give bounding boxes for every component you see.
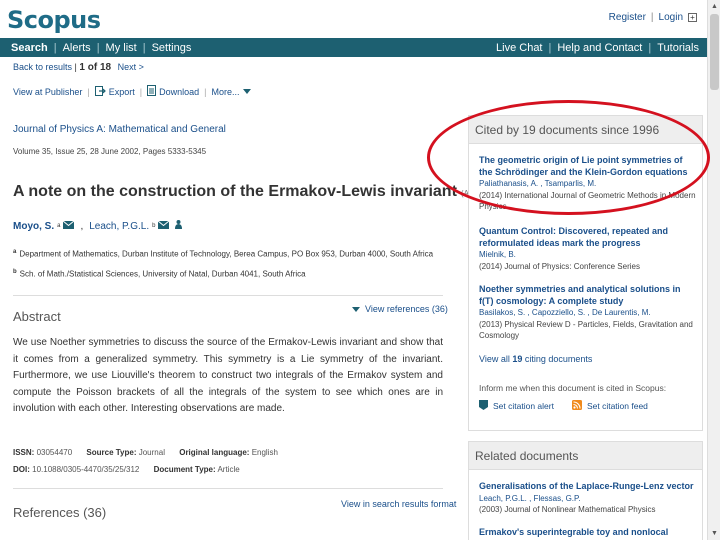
abstract-text: We use Noether symmetries to discuss the… xyxy=(13,337,443,414)
rss-feed-icon[interactable] xyxy=(571,400,582,412)
cited-doc-title[interactable]: The geometric origin of Lie point symmet… xyxy=(479,155,697,178)
set-citation-alert-link[interactable]: Set citation alert xyxy=(493,401,554,411)
result-position: 1 of 18 xyxy=(79,62,112,73)
more-menu[interactable]: More... xyxy=(211,87,239,97)
inform-me-text: Inform me when this document is cited in… xyxy=(479,383,667,393)
cited-doc-authors[interactable]: Mielnik, B. xyxy=(479,250,516,259)
action-toolbar: View at Publisher | Export | Download | … xyxy=(13,85,453,98)
related-doc-title[interactable]: Ermakov's superintegrable toy and nonloc… xyxy=(479,527,697,539)
export-button[interactable]: Export xyxy=(109,87,135,97)
author-list: Moyo, S. a , Leach, P.G.L. b xyxy=(13,220,185,232)
list-item: Quantum Control: Discovered, repeated an… xyxy=(479,226,697,272)
author-leach[interactable]: Leach, P.G.L. xyxy=(89,221,149,232)
nav-live-chat[interactable]: Live Chat xyxy=(496,42,542,54)
download-button[interactable]: Download xyxy=(159,87,199,97)
list-item: The geometric origin of Lie point symmet… xyxy=(479,155,697,213)
volume-info: Volume 35, Issue 25, 28 June 2002, Pages… xyxy=(13,147,207,156)
cited-doc-source: (2014) International Journal of Geometri… xyxy=(479,190,696,212)
references-heading: References (36) xyxy=(13,505,107,520)
related-doc-authors[interactable]: Leach, P.G.L. , Flessas, G.P. xyxy=(479,494,581,503)
related-doc-title[interactable]: Generalisations of the Laplace-Runge-Len… xyxy=(479,481,697,493)
scroll-down-arrow-icon[interactable]: ▼ xyxy=(710,529,719,538)
view-at-publisher-link[interactable]: View at Publisher xyxy=(13,87,82,97)
view-in-search-results-link[interactable]: View in search results format xyxy=(341,499,456,509)
bell-alert-icon[interactable] xyxy=(479,400,488,412)
document-type-value: Article xyxy=(217,465,240,474)
nav-alerts[interactable]: Alerts xyxy=(63,42,91,54)
list-item: Noether symmetries and analytical soluti… xyxy=(479,284,697,342)
separator: | xyxy=(650,12,654,23)
result-navigation: Back to results | 1 of 18 Next > View at… xyxy=(13,62,453,98)
download-icon[interactable] xyxy=(147,85,157,98)
email-icon[interactable] xyxy=(63,220,75,232)
scopus-logo[interactable]: Scopus xyxy=(7,6,101,34)
vertical-scrollbar[interactable]: ▲ ▼ xyxy=(707,0,720,540)
related-doc-source: (2003) Journal of Nonlinear Mathematical… xyxy=(479,505,656,514)
cited-doc-title[interactable]: Noether symmetries and analytical soluti… xyxy=(479,284,697,307)
related-documents-panel: Related documents Generalisations of the… xyxy=(468,441,703,540)
abstract-heading: Abstract xyxy=(13,309,61,324)
author-profile-icon[interactable] xyxy=(175,220,183,232)
author-moyo[interactable]: Moyo, S. xyxy=(13,221,54,232)
nav-tutorials[interactable]: Tutorials xyxy=(657,42,699,54)
scroll-thumb[interactable] xyxy=(710,14,719,90)
divider xyxy=(13,488,443,489)
more-dropdown-arrow-icon[interactable] xyxy=(243,89,252,94)
divider xyxy=(13,295,443,296)
meta-row-2: DOI: 10.1088/0305-4470/35/25/312 Documen… xyxy=(13,465,240,474)
citation-alert-row: Set citation alert Set citation feed xyxy=(479,400,648,412)
main-nav: Search | Alerts | My list | Settings Liv… xyxy=(0,38,707,57)
set-citation-feed-link[interactable]: Set citation feed xyxy=(587,401,648,411)
article-title-text: A note on the construction of the Ermako… xyxy=(13,183,457,200)
export-icon[interactable] xyxy=(94,85,106,98)
next-result-link[interactable]: Next > xyxy=(118,62,144,72)
nav-help-contact[interactable]: Help and Contact xyxy=(557,42,642,54)
journal-link[interactable]: Journal of Physics A: Mathematical and G… xyxy=(13,124,226,135)
account-links: Register | Login + xyxy=(609,12,697,23)
scroll-up-arrow-icon[interactable]: ▲ xyxy=(710,2,719,11)
cited-doc-source: (2013) Physical Review D - Particles, Fi… xyxy=(479,319,693,341)
view-references-link[interactable]: View references (36) xyxy=(352,304,448,314)
back-to-results-link[interactable]: Back to results xyxy=(13,62,72,72)
nav-settings[interactable]: Settings xyxy=(152,42,192,54)
doi-value: 10.1088/0305-4470/35/25/312 xyxy=(32,465,140,474)
article-title: A note on the construction of the Ermako… xyxy=(13,183,488,201)
nav-search[interactable]: Search xyxy=(11,42,48,54)
list-item: Ermakov's superintegrable toy and nonloc… xyxy=(479,527,697,539)
cited-doc-authors[interactable]: Basilakos, S. , Capozziello, S. , De Lau… xyxy=(479,308,651,317)
meta-row-1: ISSN: 03054470 Source Type: Journal Orig… xyxy=(13,448,278,457)
register-link[interactable]: Register xyxy=(609,12,646,23)
login-link[interactable]: Login xyxy=(659,12,683,23)
cited-doc-title[interactable]: Quantum Control: Discovered, repeated an… xyxy=(479,226,697,249)
list-item: Generalisations of the Laplace-Runge-Len… xyxy=(479,481,697,516)
nav-my-list[interactable]: My list xyxy=(106,42,137,54)
source-type-value: Journal xyxy=(138,448,165,457)
cited-by-panel: Cited by 19 documents since 1996 The geo… xyxy=(468,115,703,431)
expand-plus-icon[interactable]: + xyxy=(688,13,697,22)
language-value: English xyxy=(251,448,278,457)
related-documents-heading: Related documents xyxy=(469,442,702,470)
cited-by-heading: Cited by 19 documents since 1996 xyxy=(469,116,702,144)
cited-doc-source: (2014) Journal of Physics: Conference Se… xyxy=(479,261,640,271)
cited-doc-authors[interactable]: Paliathanasis, A. , Tsamparlis, M. xyxy=(479,179,596,188)
affiliation-b: b Sch. of Math./Statistical Sciences, Uni… xyxy=(13,269,306,279)
top-bar: Scopus Register | Login + xyxy=(0,0,707,38)
issn-value: 03054470 xyxy=(36,448,73,457)
affiliation-a: a Department of Mathematics, Durban Insti… xyxy=(13,249,434,259)
email-icon[interactable] xyxy=(158,220,170,232)
view-all-citing-link[interactable]: View all 19 citing documents xyxy=(479,354,592,364)
chevron-down-icon xyxy=(352,306,360,312)
